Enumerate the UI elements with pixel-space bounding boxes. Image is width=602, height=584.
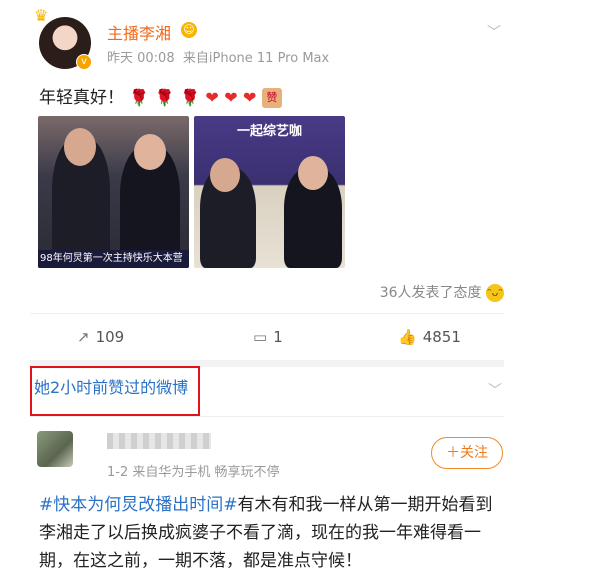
comment-icon: ▭	[253, 328, 268, 346]
crown-icon: ♛	[34, 6, 49, 25]
heart-icon: ❤	[224, 88, 238, 107]
heart-icon: ❤	[243, 88, 257, 107]
liked-post-meta: 1-2 来自华为手机 畅享玩不停	[107, 465, 280, 480]
repost-button[interactable]: ↗ 109	[77, 328, 124, 346]
rose-icon: 🌹	[129, 88, 150, 107]
post-text-content: 年轻真好！	[39, 88, 124, 108]
divider	[30, 416, 504, 417]
divider	[30, 313, 504, 314]
thumbs-up-icon: 👍	[398, 328, 417, 346]
follow-button[interactable]: ＋关注	[431, 437, 503, 469]
topic-link[interactable]: #快本为何炅改播出时间#	[39, 495, 238, 515]
reactions-text: 36人发表了态度	[379, 285, 482, 301]
repost-count: 109	[95, 328, 125, 346]
post-time: 昨天 00:08	[107, 51, 175, 66]
like-count: 4851	[422, 328, 461, 346]
comment-count: 1	[273, 328, 283, 346]
image-caption: 98年何炅第一次主持快乐大本营	[38, 250, 189, 268]
post-image-2[interactable]: 一起综艺咖	[194, 116, 345, 268]
post-meta: 昨天 00:08 来自iPhone 11 Pro Max	[107, 47, 329, 66]
comment-button[interactable]: ▭ 1	[253, 328, 283, 346]
rose-icon: 🌹	[180, 88, 200, 107]
avatar[interactable]	[37, 431, 73, 467]
vip-icon: ☺	[181, 22, 197, 38]
chevron-down-icon[interactable]: ﹀	[488, 380, 502, 400]
post-image-1[interactable]: 98年何炅第一次主持快乐大本营	[38, 116, 189, 268]
highlight-box	[30, 366, 200, 416]
blurred-username[interactable]	[107, 433, 211, 449]
zan-stamp-icon: 赞	[261, 88, 282, 108]
post-text: 年轻真好！ 🌹 🌹 🌹 ❤ ❤ ❤ 赞	[39, 83, 282, 108]
rose-icon: 🌹	[154, 88, 175, 107]
verified-badge-icon: v	[76, 54, 92, 70]
liked-post-text: #快本为何炅改播出时间#有木有和我一样从第一期开始看到李湘走了以后换成疯婆子不看…	[39, 491, 509, 575]
post-source: 来自iPhone 11 Pro Max	[182, 51, 330, 66]
like-button[interactable]: 👍 4851	[398, 328, 461, 346]
reactions-summary[interactable]: 36人发表了态度 ᵔᴗᵔ	[380, 282, 504, 302]
image-banner: 一起综艺咖	[236, 124, 302, 139]
chevron-down-icon[interactable]: ﹀	[487, 22, 501, 42]
heart-icon: ❤	[205, 88, 219, 107]
username[interactable]: 主播李湘	[107, 20, 171, 44]
repost-icon: ↗	[77, 328, 90, 346]
laugh-emoji-icon: ᵔᴗᵔ	[486, 284, 504, 302]
